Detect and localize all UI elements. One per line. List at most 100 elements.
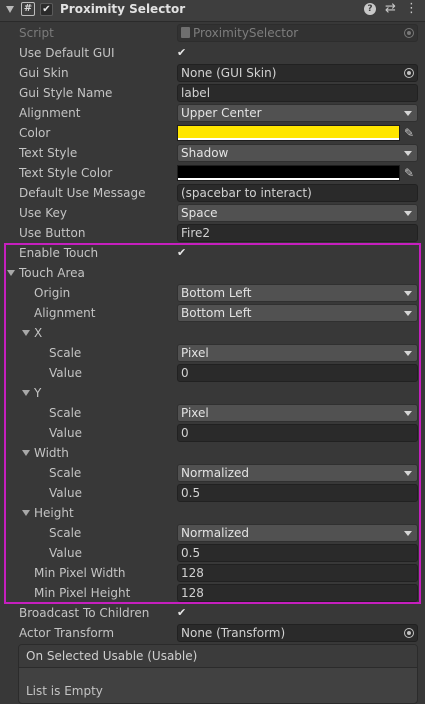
text-style-value: Shadow xyxy=(181,146,229,160)
actor-transform-value: None (Transform) xyxy=(181,626,286,640)
default-use-message-label: Default Use Message xyxy=(19,186,146,200)
width-scale-label: Scale xyxy=(49,466,82,480)
eyedropper-icon[interactable]: ✎ xyxy=(404,166,414,180)
chevron-down-icon xyxy=(404,291,412,296)
origin-label: Origin xyxy=(34,286,71,300)
fold-triangle-icon[interactable] xyxy=(6,6,14,13)
touch-area-row[interactable]: Touch Area xyxy=(0,263,425,283)
width-scale-dropdown[interactable]: Normalized xyxy=(177,464,418,482)
event-header: On Selected Usable (Usable) xyxy=(19,645,417,668)
script-value: ProximitySelector xyxy=(193,26,299,40)
touch-alignment-dropdown[interactable]: Bottom Left xyxy=(177,304,418,322)
x-value-label: Value xyxy=(49,366,82,380)
x-scale-label: Scale xyxy=(49,346,82,360)
min-pixel-width-input[interactable]: 128 xyxy=(177,564,418,582)
gui-style-name-input[interactable]: label xyxy=(177,84,418,102)
alpha-bar xyxy=(178,138,399,140)
object-picker-icon xyxy=(404,28,414,38)
fold-triangle-icon[interactable] xyxy=(22,510,30,516)
min-pixel-height-input[interactable]: 128 xyxy=(177,584,418,602)
gui-skin-value: None (GUI Skin) xyxy=(181,66,277,80)
actor-transform-row: Actor Transform None (Transform) xyxy=(0,623,425,643)
fold-triangle-icon[interactable] xyxy=(22,450,30,456)
preset-sliders-icon[interactable]: ⇄ xyxy=(385,2,396,16)
y-group-row[interactable]: Y xyxy=(0,383,425,403)
use-button-input[interactable]: Fire2 xyxy=(177,224,418,242)
x-value-input[interactable]: 0 xyxy=(177,364,418,382)
touch-alignment-label: Alignment xyxy=(34,306,96,320)
height-scale-value: Normalized xyxy=(181,526,250,540)
object-picker-icon[interactable] xyxy=(404,628,414,638)
touch-alignment-value: Bottom Left xyxy=(181,306,252,320)
x-group-row[interactable]: X xyxy=(0,323,425,343)
x-scale-dropdown[interactable]: Pixel xyxy=(177,344,418,362)
gui-skin-field[interactable]: None (GUI Skin) xyxy=(177,64,418,82)
height-scale-dropdown[interactable]: Normalized xyxy=(177,524,418,542)
chevron-down-icon xyxy=(404,151,412,156)
kebab-menu-icon[interactable]: ⋮ xyxy=(405,1,418,17)
chevron-down-icon xyxy=(404,411,412,416)
event-empty-text: List is Empty xyxy=(26,684,103,698)
min-pixel-height-label: Min Pixel Height xyxy=(34,586,131,600)
width-group-row[interactable]: Width xyxy=(0,443,425,463)
alignment-dropdown[interactable]: Upper Center xyxy=(177,104,418,122)
touch-area-label: Touch Area xyxy=(19,266,85,280)
width-scale-row: Scale Normalized xyxy=(0,463,425,483)
height-group-row[interactable]: Height xyxy=(0,503,425,523)
help-icon[interactable]: ? xyxy=(364,3,376,15)
chevron-down-icon xyxy=(404,531,412,536)
alignment-row: Alignment Upper Center xyxy=(0,103,425,123)
origin-dropdown[interactable]: Bottom Left xyxy=(177,284,418,302)
broadcast-to-children-label: Broadcast To Children xyxy=(19,606,150,620)
y-value-row: Value 0 xyxy=(0,423,425,443)
width-value-label: Value xyxy=(49,486,82,500)
hash-script-icon: # xyxy=(21,2,35,16)
origin-row: Origin Bottom Left xyxy=(0,283,425,303)
script-file-icon xyxy=(181,27,190,38)
use-key-dropdown[interactable]: Space xyxy=(177,204,418,222)
actor-transform-field[interactable]: None (Transform) xyxy=(177,624,418,642)
fold-triangle-icon[interactable] xyxy=(22,390,30,396)
y-value-label: Value xyxy=(49,426,82,440)
text-style-color-row: Text Style Color ✎ xyxy=(0,163,425,183)
script-field: ProximitySelector xyxy=(177,24,418,42)
use-default-gui-checkbox[interactable]: ✔ xyxy=(177,46,190,59)
color-swatch[interactable] xyxy=(177,125,400,141)
chevron-down-icon xyxy=(404,351,412,356)
origin-value: Bottom Left xyxy=(181,286,252,300)
alpha-bar xyxy=(178,178,399,180)
x-value-row: Value 0 xyxy=(0,363,425,383)
min-pixel-height-row: Min Pixel Height 128 xyxy=(0,583,425,603)
fold-triangle-icon[interactable] xyxy=(22,330,30,336)
chevron-down-icon xyxy=(404,111,412,116)
x-scale-row: Scale Pixel xyxy=(0,343,425,363)
object-picker-icon[interactable] xyxy=(404,68,414,78)
broadcast-to-children-checkbox[interactable]: ✔ xyxy=(177,606,190,619)
eyedropper-icon[interactable]: ✎ xyxy=(404,126,414,140)
touch-alignment-row: Alignment Bottom Left xyxy=(0,303,425,323)
text-style-dropdown[interactable]: Shadow xyxy=(177,144,418,162)
fold-triangle-icon[interactable] xyxy=(7,270,15,276)
width-scale-value: Normalized xyxy=(181,466,250,480)
default-use-message-input[interactable]: (spacebar to interact) xyxy=(177,184,418,202)
width-value-input[interactable]: 0.5 xyxy=(177,484,418,502)
use-key-row: Use Key Space xyxy=(0,203,425,223)
enable-touch-checkbox[interactable]: ✔ xyxy=(177,246,190,259)
text-style-label: Text Style xyxy=(19,146,78,160)
use-button-row: Use Button Fire2 xyxy=(0,223,425,243)
text-style-color-swatch[interactable] xyxy=(177,165,400,181)
broadcast-to-children-row: Broadcast To Children ✔ xyxy=(0,603,425,623)
height-scale-label: Scale xyxy=(49,526,82,540)
use-key-label: Use Key xyxy=(19,206,67,220)
x-scale-value: Pixel xyxy=(181,346,209,360)
alignment-label: Alignment xyxy=(19,106,81,120)
component-enabled-checkbox[interactable]: ✔ xyxy=(40,3,53,16)
component-title: Proximity Selector xyxy=(60,2,186,16)
height-value-input[interactable]: 0.5 xyxy=(177,544,418,562)
y-value-input[interactable]: 0 xyxy=(177,424,418,442)
default-use-message-row: Default Use Message (spacebar to interac… xyxy=(0,183,425,203)
y-label: Y xyxy=(34,386,42,400)
y-scale-dropdown[interactable]: Pixel xyxy=(177,404,418,422)
event-title: On Selected Usable (Usable) xyxy=(26,649,198,663)
alignment-value: Upper Center xyxy=(181,106,262,120)
